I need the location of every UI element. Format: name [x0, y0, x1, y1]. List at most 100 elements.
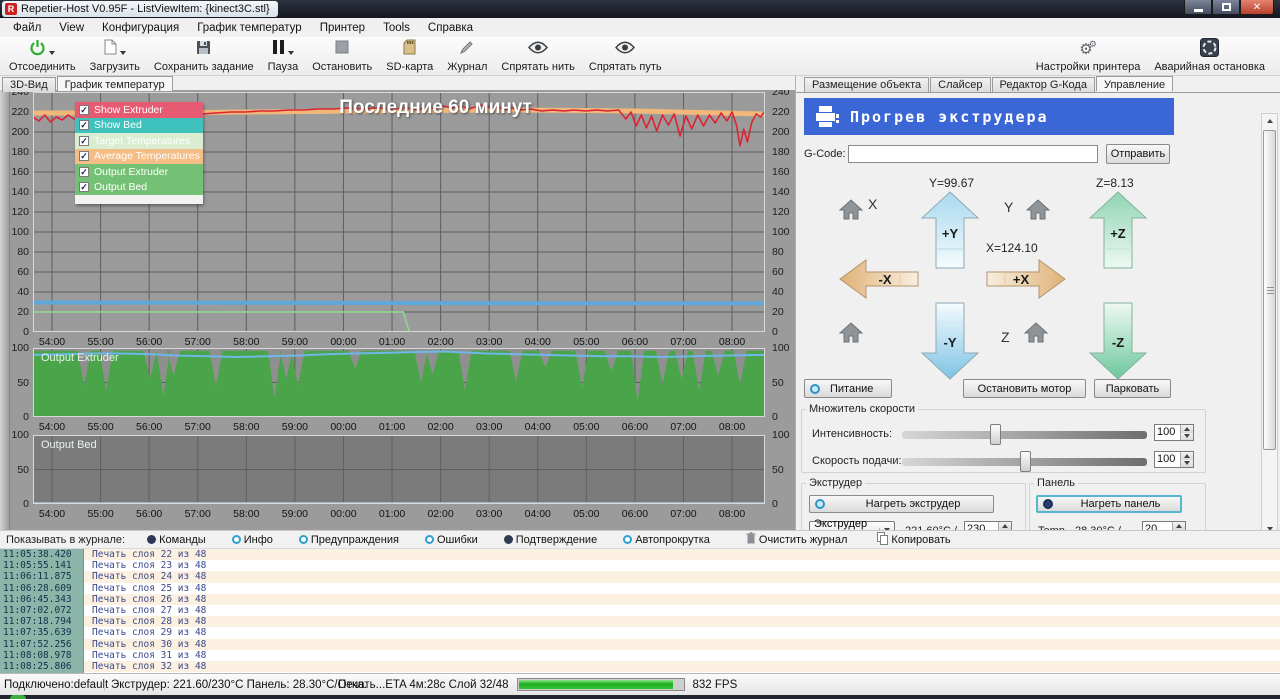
- flowrate-slider-thumb[interactable]: [990, 424, 1001, 445]
- dropdown-arrow-icon[interactable]: [49, 51, 55, 55]
- scroll-up-icon[interactable]: [1262, 114, 1277, 128]
- hide-travel-button[interactable]: Спрятать путь: [582, 37, 669, 75]
- hide-filament-button[interactable]: Спрятать нить: [494, 37, 581, 75]
- spin-down-icon[interactable]: [1181, 433, 1193, 441]
- load-button[interactable]: Загрузить: [83, 37, 147, 75]
- log-filter-autoscroll[interactable]: Автопрокрутка: [623, 534, 710, 546]
- jog-minus-x-button[interactable]: -X: [839, 259, 919, 302]
- checkbox-icon[interactable]: ✓: [79, 167, 89, 177]
- jog-minus-y-button[interactable]: -Y: [921, 302, 979, 383]
- disconnect-button[interactable]: Отсоединить: [2, 37, 83, 75]
- pause-button[interactable]: Пауза: [261, 37, 306, 75]
- spin-down-icon[interactable]: [1181, 460, 1193, 468]
- stop-motor-button[interactable]: Остановить мотор: [963, 379, 1086, 398]
- heat-extruder-button[interactable]: Нагреть экструдер: [809, 495, 994, 513]
- progress-fill: [519, 680, 673, 689]
- tab-temp-graph[interactable]: График температур: [57, 76, 173, 91]
- menu-item-view[interactable]: View: [50, 20, 93, 36]
- tab-gcode-editor[interactable]: Редактор G-Кода: [992, 77, 1095, 92]
- feedrate-spinner[interactable]: 100: [1154, 451, 1194, 468]
- home-z-button[interactable]: [1024, 322, 1048, 346]
- home-y-button[interactable]: [1026, 199, 1050, 223]
- y-axis-tick-label: 60: [17, 266, 29, 278]
- printer-settings-button[interactable]: ⚙⚙Настройки принтера: [1029, 37, 1148, 75]
- jog-plus-y-button[interactable]: +Y: [921, 191, 979, 272]
- checkbox-icon[interactable]: ✓: [79, 105, 89, 115]
- log-filter-errors[interactable]: Ошибки: [425, 534, 478, 546]
- heat-bed-button[interactable]: Нагреть панель: [1036, 495, 1182, 513]
- legend-item[interactable]: ✓Target Temperatures: [75, 133, 203, 149]
- legend-item[interactable]: ✓Show Extruder: [75, 102, 203, 118]
- park-button[interactable]: Парковать: [1094, 379, 1171, 398]
- home-all-button[interactable]: [839, 322, 863, 346]
- close-button[interactable]: ✕: [1240, 0, 1274, 15]
- feedrate-slider-thumb[interactable]: [1020, 451, 1031, 472]
- legend-item[interactable]: ✓Show Bed: [75, 118, 203, 134]
- log-timestamp: 11:05:38.420: [0, 549, 84, 560]
- copy-log-button[interactable]: Копировать: [877, 532, 950, 548]
- checkbox-icon[interactable]: ✓: [79, 182, 89, 192]
- y-axis-tick-label: 50: [772, 464, 784, 476]
- spin-up-icon[interactable]: [1181, 425, 1193, 433]
- flowrate-slider[interactable]: [902, 431, 1147, 439]
- clear-log-button[interactable]: Очистить журнал: [746, 532, 848, 548]
- log-filter-info[interactable]: Инфо: [232, 534, 273, 546]
- home-x-button[interactable]: [839, 199, 863, 223]
- spin-up-icon[interactable]: [1181, 452, 1193, 460]
- legend-label: Output Extruder: [94, 166, 168, 178]
- menu-item-printer[interactable]: Принтер: [311, 20, 374, 36]
- flowrate-spinner[interactable]: 100: [1154, 424, 1194, 441]
- menu-item-file[interactable]: Файл: [4, 20, 50, 36]
- log-button[interactable]: Журнал: [440, 37, 494, 75]
- menu-item-config[interactable]: Конфигурация: [93, 20, 188, 36]
- spin-up-icon[interactable]: [1173, 522, 1185, 530]
- tab-3d-view[interactable]: 3D-Вид: [2, 77, 56, 92]
- bed-group-title: Панель: [1034, 477, 1078, 489]
- menu-item-help[interactable]: Справка: [419, 20, 482, 36]
- jog-plus-z-button[interactable]: +Z: [1089, 191, 1147, 272]
- panel-splitter[interactable]: [0, 90, 10, 530]
- menu-item-tools[interactable]: Tools: [374, 20, 419, 36]
- log-filter-label: Показывать в журнале:: [6, 534, 125, 546]
- log-message: Печать слоя 30 из 48: [84, 639, 1280, 650]
- legend-item[interactable]: ✓Output Bed: [75, 180, 203, 196]
- send-button[interactable]: Отправить: [1106, 144, 1170, 164]
- legend-item[interactable]: ✓Average Temperatures: [75, 149, 203, 165]
- feedrate-slider[interactable]: [902, 458, 1147, 466]
- x-axis-tick-label: 59:00: [282, 421, 308, 433]
- x-axis-tick-label: 00:00: [330, 508, 356, 520]
- panel-scrollbar[interactable]: [1261, 113, 1278, 537]
- x-axis-tick-label: 05:00: [573, 508, 599, 520]
- emergency-stop-button[interactable]: Аварийная остановка: [1147, 37, 1272, 75]
- checkbox-icon[interactable]: ✓: [79, 151, 89, 161]
- jog-plus-x-button[interactable]: +X: [986, 259, 1066, 302]
- dropdown-arrow-icon[interactable]: [288, 51, 294, 55]
- dropdown-arrow-icon[interactable]: [120, 51, 126, 55]
- jog-minus-z-button[interactable]: -Z: [1089, 302, 1147, 383]
- log-filter-ack[interactable]: Подтверждение: [504, 534, 597, 546]
- log-filter-commands[interactable]: Команды: [147, 534, 206, 546]
- y-axis-tick-label: 120: [772, 206, 790, 218]
- log-filter-warnings[interactable]: Предупраждения: [299, 534, 399, 546]
- gcode-input[interactable]: [848, 145, 1098, 163]
- scrollbar-thumb[interactable]: [1263, 130, 1276, 450]
- menu-item-temp-graph[interactable]: График температур: [188, 20, 311, 36]
- spin-up-icon[interactable]: [999, 522, 1011, 530]
- output-bed-label: Output Bed: [41, 439, 97, 451]
- log-output[interactable]: 11:05:38.420Печать слоя 22 из 4811:05:55…: [0, 549, 1280, 673]
- minus-y-label: -Y: [944, 335, 957, 350]
- tab-object-placement[interactable]: Размещение объекта: [804, 77, 929, 92]
- stop-button[interactable]: Остановить: [305, 37, 379, 75]
- minimize-button[interactable]: [1184, 0, 1212, 15]
- save-job-button[interactable]: Сохранить задание: [147, 37, 261, 75]
- output-extruder-chart: Output Extruder: [33, 348, 765, 417]
- maximize-button[interactable]: [1212, 0, 1240, 15]
- tab-control[interactable]: Управление: [1096, 76, 1173, 91]
- sd-card-button[interactable]: SD-карта: [379, 37, 440, 75]
- power-button[interactable]: Питание: [804, 379, 892, 398]
- legend-item[interactable]: ✓ Output Extruder: [75, 164, 203, 180]
- tab-slicer[interactable]: Слайсер: [930, 77, 990, 92]
- checkbox-icon[interactable]: ✓: [79, 120, 89, 130]
- checkbox-icon[interactable]: ✓: [79, 136, 89, 146]
- main-content: 3D-ВидГрафик температур Последние 60 мин…: [0, 76, 1280, 530]
